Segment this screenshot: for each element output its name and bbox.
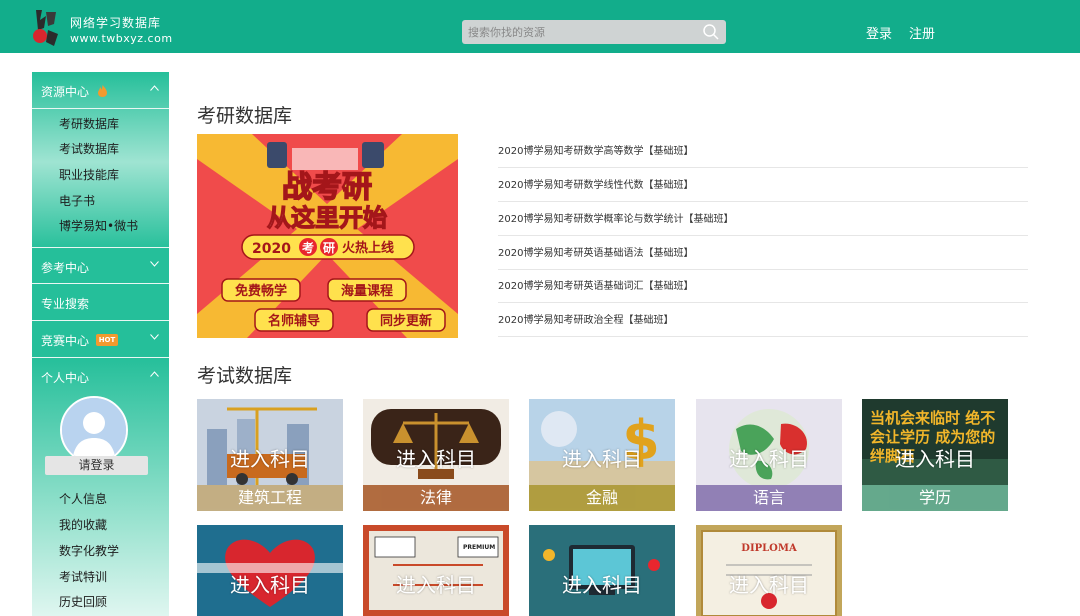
banner-pill-courses: 海量课程 <box>341 283 393 299</box>
sidebar-login-button[interactable]: 请登录 <box>45 456 148 475</box>
kaoyan-section-title: 考研数据库 <box>197 105 293 127</box>
enter-subject-label: 进入科目 <box>729 573 809 597</box>
exam-section-title: 考试数据库 <box>197 365 293 387</box>
banner-pill-sync: 同步更新 <box>380 313 432 329</box>
subject-tile-medicine[interactable]: 进入科目 <box>197 525 343 616</box>
sidebar-pro-search[interactable]: 专业搜索 <box>32 284 169 321</box>
login-link[interactable]: 登录 <box>866 23 892 42</box>
kaoyan-banner[interactable]: 战考研 从这里开始 2020 考 研 火热上线 免费畅学 海量课程 名师辅导 同… <box>197 134 458 338</box>
sidebar-personal-center[interactable]: 个人中心 <box>32 358 169 395</box>
site-name: 网络学习数据库 <box>70 16 162 30</box>
banner-graphic: 战考研 从这里开始 2020 考 研 火热上线 免费畅学 海量课程 名师辅导 同… <box>197 134 458 338</box>
sidebar-item-microbook[interactable]: 博学易知•微书 <box>59 217 138 234</box>
sidebar-head-label: 个人中心 <box>41 371 90 385</box>
sidebar-head-label: 资源中心 <box>41 85 90 99</box>
sidebar-head-label: 竞赛中心 <box>41 334 90 348</box>
course-link-politics[interactable]: 2020博学易知考研政治全程【基础班】 <box>498 304 1028 337</box>
subject-tile-computer[interactable]: 进入科目 <box>529 525 675 616</box>
subject-name: 学历 <box>862 485 1008 511</box>
course-link-math-probability[interactable]: 2020博学易知考研数学概率论与数学统计【基础班】 <box>498 203 1028 236</box>
enter-subject-label: 进入科目 <box>895 447 975 471</box>
hot-badge: HOT <box>96 334 118 346</box>
user-silhouette-icon <box>62 398 126 462</box>
enter-subject-label: 进入科目 <box>396 573 476 597</box>
sidebar-resource-center[interactable]: 资源中心 <box>32 72 169 109</box>
sidebar-item-skills[interactable]: 职业技能库 <box>59 166 119 183</box>
search-input[interactable] <box>468 23 698 41</box>
sidebar-head-label: 专业搜索 <box>41 297 90 311</box>
subject-name: 建筑工程 <box>197 485 343 511</box>
subject-name: 语言 <box>696 485 842 511</box>
register-link[interactable]: 注册 <box>909 23 935 42</box>
sidebar-item-exam-training[interactable]: 考试特训 <box>59 568 107 585</box>
language-globe-image <box>696 399 842 485</box>
chevron-down-icon <box>150 334 159 340</box>
enter-subject-label: 进入科目 <box>562 447 642 471</box>
banner-pill-free: 免费畅学 <box>235 283 287 299</box>
subject-tile-law[interactable]: 法律 进入科目 <box>363 399 509 511</box>
course-link-math-linear[interactable]: 2020博学易知考研数学线性代数【基础班】 <box>498 169 1028 202</box>
subject-name: 金融 <box>529 485 675 511</box>
banner-pill-teachers: 名师辅导 <box>268 313 320 329</box>
subject-tile-certificate[interactable]: DIPLOMA 进入科目 <box>696 525 842 616</box>
fire-icon <box>98 85 107 97</box>
sidebar: 资源中心 考研数据库 考试数据库 职业技能库 电子书 博学易知•微书 参考中心 … <box>32 72 169 616</box>
top-header: 网络学习数据库 www.twbxyz.com 登录 注册 <box>0 0 1080 53</box>
sidebar-reference-center[interactable]: 参考中心 <box>32 247 169 284</box>
sidebar-item-kaoyan[interactable]: 考研数据库 <box>59 115 119 132</box>
subject-tile-construction[interactable]: 建筑工程 进入科目 <box>197 399 343 511</box>
banner-tag-kao: 考 <box>302 240 314 255</box>
course-link-math-calculus[interactable]: 2020博学易知考研数学高等数学【基础班】 <box>498 135 1028 168</box>
sidebar-item-ebook[interactable]: 电子书 <box>59 192 95 209</box>
enter-subject-label: 进入科目 <box>396 447 476 471</box>
enter-subject-label: 进入科目 <box>230 573 310 597</box>
avatar <box>60 396 128 464</box>
banner-tag-rest: 火热上线 <box>342 240 394 256</box>
banner-headline-1: 战考研 <box>282 170 372 205</box>
subject-name: 法律 <box>363 485 509 511</box>
banner-tag-yan: 研 <box>323 241 335 255</box>
sidebar-item-profile[interactable]: 个人信息 <box>59 490 107 507</box>
enter-subject-label: 进入科目 <box>562 573 642 597</box>
sidebar-contest-center[interactable]: 竞赛中心 HOT <box>32 321 169 358</box>
construction-image <box>197 399 343 485</box>
enter-subject-label: 进入科目 <box>230 447 310 471</box>
subject-tile-finance[interactable]: $ 金融 进入科目 <box>529 399 675 511</box>
chevron-up-icon <box>150 371 159 377</box>
chevron-up-icon <box>150 85 159 91</box>
banner-year: 2020 <box>252 241 291 257</box>
chevron-down-icon <box>150 261 159 267</box>
course-link-english-vocab[interactable]: 2020博学易知考研英语基础词汇【基础班】 <box>498 270 1028 303</box>
subject-tile-education[interactable]: 学历 当机会来临时 绝不会让学历 成为您的绊脚石 进入科目 <box>862 399 1008 511</box>
subject-tile-language[interactable]: 语言 进入科目 <box>696 399 842 511</box>
law-image <box>363 399 509 485</box>
search-bar <box>462 20 726 44</box>
sidebar-head-label: 参考中心 <box>41 261 90 275</box>
search-icon[interactable] <box>702 23 720 41</box>
banner-headline-2: 从这里开始 <box>267 204 387 232</box>
sidebar-item-exam[interactable]: 考试数据库 <box>59 140 119 157</box>
logo-icon <box>30 6 62 48</box>
enter-subject-label: 进入科目 <box>729 447 809 471</box>
course-link-english-grammar[interactable]: 2020博学易知考研英语基础语法【基础班】 <box>498 237 1028 270</box>
svg-text:PREMIUM: PREMIUM <box>463 544 495 551</box>
site-url: www.twbxyz.com <box>70 32 173 45</box>
sidebar-item-history[interactable]: 历史回顾 <box>59 593 107 610</box>
finance-image: $ <box>529 399 675 485</box>
sidebar-item-favorites[interactable]: 我的收藏 <box>59 516 107 533</box>
subject-tile-engineering[interactable]: PREMIUM 进入科目 <box>363 525 509 616</box>
diploma-text: DIPLOMA <box>741 543 797 554</box>
sidebar-item-digital-teaching[interactable]: 数字化教学 <box>59 542 119 559</box>
